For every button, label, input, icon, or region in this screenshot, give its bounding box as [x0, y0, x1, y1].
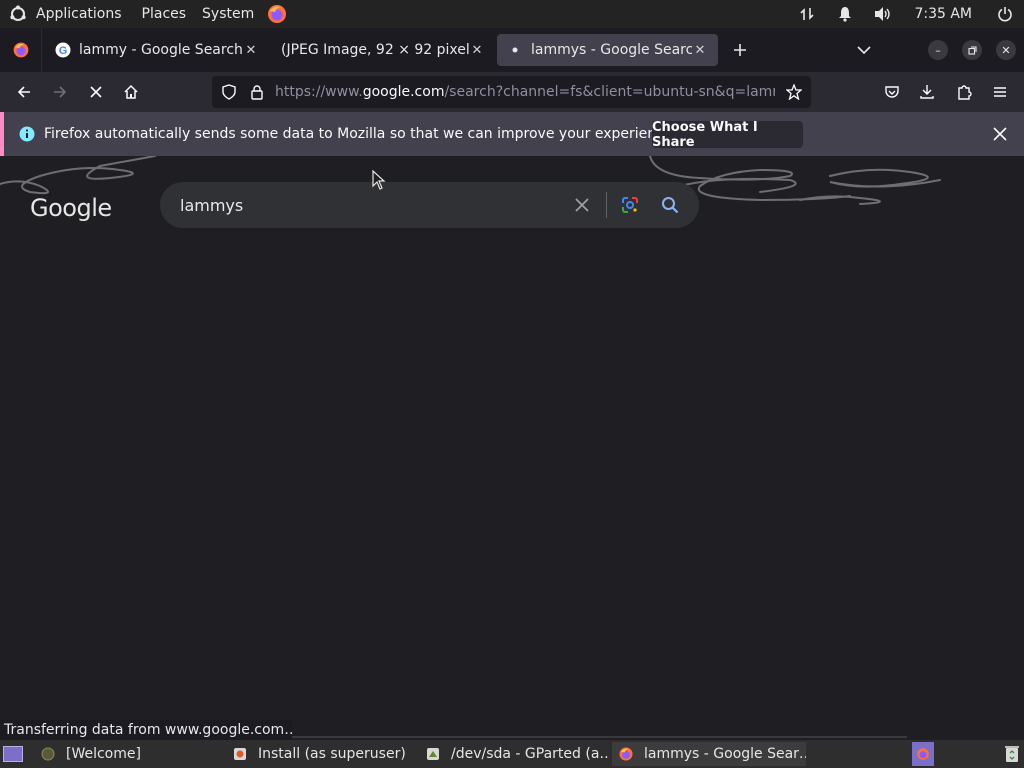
close-notification-icon[interactable] — [990, 124, 1010, 144]
tab-title: lammy - Google Search — [79, 42, 243, 58]
mouse-pointer-icon — [372, 170, 386, 190]
notification-bell-icon[interactable] — [826, 0, 864, 28]
taskbar-item-firefox[interactable]: lammys - Google Sear… — [612, 742, 806, 766]
applications-menu[interactable]: Applications — [0, 0, 128, 28]
bookmark-star-icon[interactable] — [785, 83, 803, 101]
network-icon[interactable] — [788, 0, 826, 28]
close-window-button[interactable]: ✕ — [996, 40, 1016, 60]
google-logo[interactable]: Google — [30, 194, 112, 222]
restore-button[interactable] — [962, 40, 982, 60]
search-input[interactable]: lammys — [180, 182, 243, 228]
search-box-divider — [606, 192, 607, 218]
places-menu[interactable]: Places — [136, 0, 193, 28]
tab-close-icon[interactable]: ✕ — [469, 42, 485, 58]
tab-close-icon[interactable]: ✕ — [692, 42, 708, 58]
google-lens-icon[interactable] — [618, 193, 642, 217]
notification-message: Firefox automatically sends some data to… — [44, 126, 677, 142]
taskbar-item-label: /dev/sda - GParted (a… — [451, 746, 609, 762]
system-menu[interactable]: System — [196, 0, 260, 28]
stop-loading-icon[interactable] — [80, 76, 112, 108]
url-path: /search?channel=fs&client=ubuntu-sn&q=la… — [444, 84, 775, 100]
firefox-launcher-icon[interactable] — [260, 0, 294, 28]
welcome-app-icon — [40, 746, 56, 762]
info-icon — [19, 126, 35, 142]
taskbar-item-welcome[interactable]: [Welcome] — [34, 742, 220, 766]
new-tab-plus-icon[interactable] — [724, 34, 756, 66]
bottom-taskbar: [Welcome] Install (as superuser) /dev/sd… — [0, 740, 1024, 768]
tab-lammy[interactable]: G lammy - Google Search ✕ — [45, 34, 269, 66]
power-icon[interactable] — [986, 0, 1024, 28]
back-arrow-icon[interactable] — [8, 76, 40, 108]
tab-close-icon[interactable]: ✕ — [243, 42, 259, 58]
status-divider — [292, 736, 907, 738]
svg-text:G: G — [59, 45, 68, 57]
firefox-icon — [618, 746, 634, 762]
home-icon[interactable] — [115, 76, 147, 108]
gparted-icon — [425, 746, 441, 762]
minimize-button[interactable]: – — [928, 40, 948, 60]
forward-arrow-icon[interactable] — [44, 76, 76, 108]
tab-lammys[interactable]: lammys - Google Search ✕ — [497, 34, 718, 66]
notification-accent-stripe — [0, 112, 4, 156]
search-magnifier-icon[interactable] — [658, 193, 682, 217]
taskbar-item-install[interactable]: Install (as superuser) — [226, 742, 416, 766]
tab-jpeg-image[interactable]: (JPEG Image, 92 × 92 pixels) ✕ — [271, 34, 495, 66]
clock[interactable]: 7:35 AM — [902, 6, 986, 22]
taskbar-item-gparted[interactable]: /dev/sda - GParted (a… — [419, 742, 609, 766]
choose-what-i-share-button[interactable]: Choose What I Share — [652, 120, 803, 150]
search-box[interactable]: lammys — [160, 182, 699, 228]
installer-icon — [232, 746, 248, 762]
list-all-tabs-chevron-icon[interactable] — [848, 34, 880, 66]
clear-search-icon[interactable] — [570, 193, 594, 217]
page-content: Google lammys — [0, 156, 1024, 721]
lock-icon[interactable] — [249, 84, 265, 100]
address-bar[interactable]: https://www. google.com/search?channel=fs… — [212, 76, 811, 108]
firefox-icon — [13, 42, 28, 58]
firefox-view-button[interactable] — [0, 28, 42, 72]
places-menu-label: Places — [141, 6, 187, 22]
workspace-switcher[interactable] — [912, 742, 934, 766]
system-menu-label: System — [202, 6, 255, 22]
url-prefix: https://www. — [275, 84, 363, 100]
url-host: google.com — [362, 84, 445, 100]
top-panel: Applications Places System 7:35 AM — [0, 0, 1024, 28]
tab-title: (JPEG Image, 92 × 92 pixels) — [281, 42, 469, 58]
pocket-icon[interactable] — [876, 76, 908, 108]
taskbar-item-label: [Welcome] — [66, 746, 141, 762]
navigation-toolbar: https://www. google.com/search?channel=fs… — [0, 72, 1024, 112]
extensions-puzzle-icon[interactable] — [948, 76, 980, 108]
google-g-icon: G — [55, 42, 71, 58]
trash-icon[interactable] — [1002, 744, 1022, 764]
ubuntu-logo-icon — [8, 4, 28, 24]
tab-title: lammys - Google Search — [531, 42, 692, 58]
volume-icon[interactable] — [864, 0, 902, 28]
status-panel: Transferring data from www.google.com… — [0, 720, 292, 740]
taskbar-item-label: Install (as superuser) — [258, 746, 406, 762]
hamburger-menu-icon[interactable] — [984, 76, 1016, 108]
applications-menu-label: Applications — [36, 6, 122, 22]
show-desktop-icon[interactable] — [2, 744, 24, 764]
firefox-icon — [917, 748, 929, 760]
url-text[interactable]: https://www. google.com/search?channel=fs… — [275, 76, 775, 108]
tracking-protection-shield-icon[interactable] — [221, 84, 237, 100]
data-reporting-notification-bar: Firefox automatically sends some data to… — [0, 112, 1024, 156]
downloads-icon[interactable] — [911, 76, 943, 108]
loading-dot-icon — [507, 42, 523, 58]
taskbar-item-label: lammys - Google Sear… — [644, 746, 806, 762]
tab-strip: G lammy - Google Search ✕ (JPEG Image, 9… — [0, 28, 1024, 72]
